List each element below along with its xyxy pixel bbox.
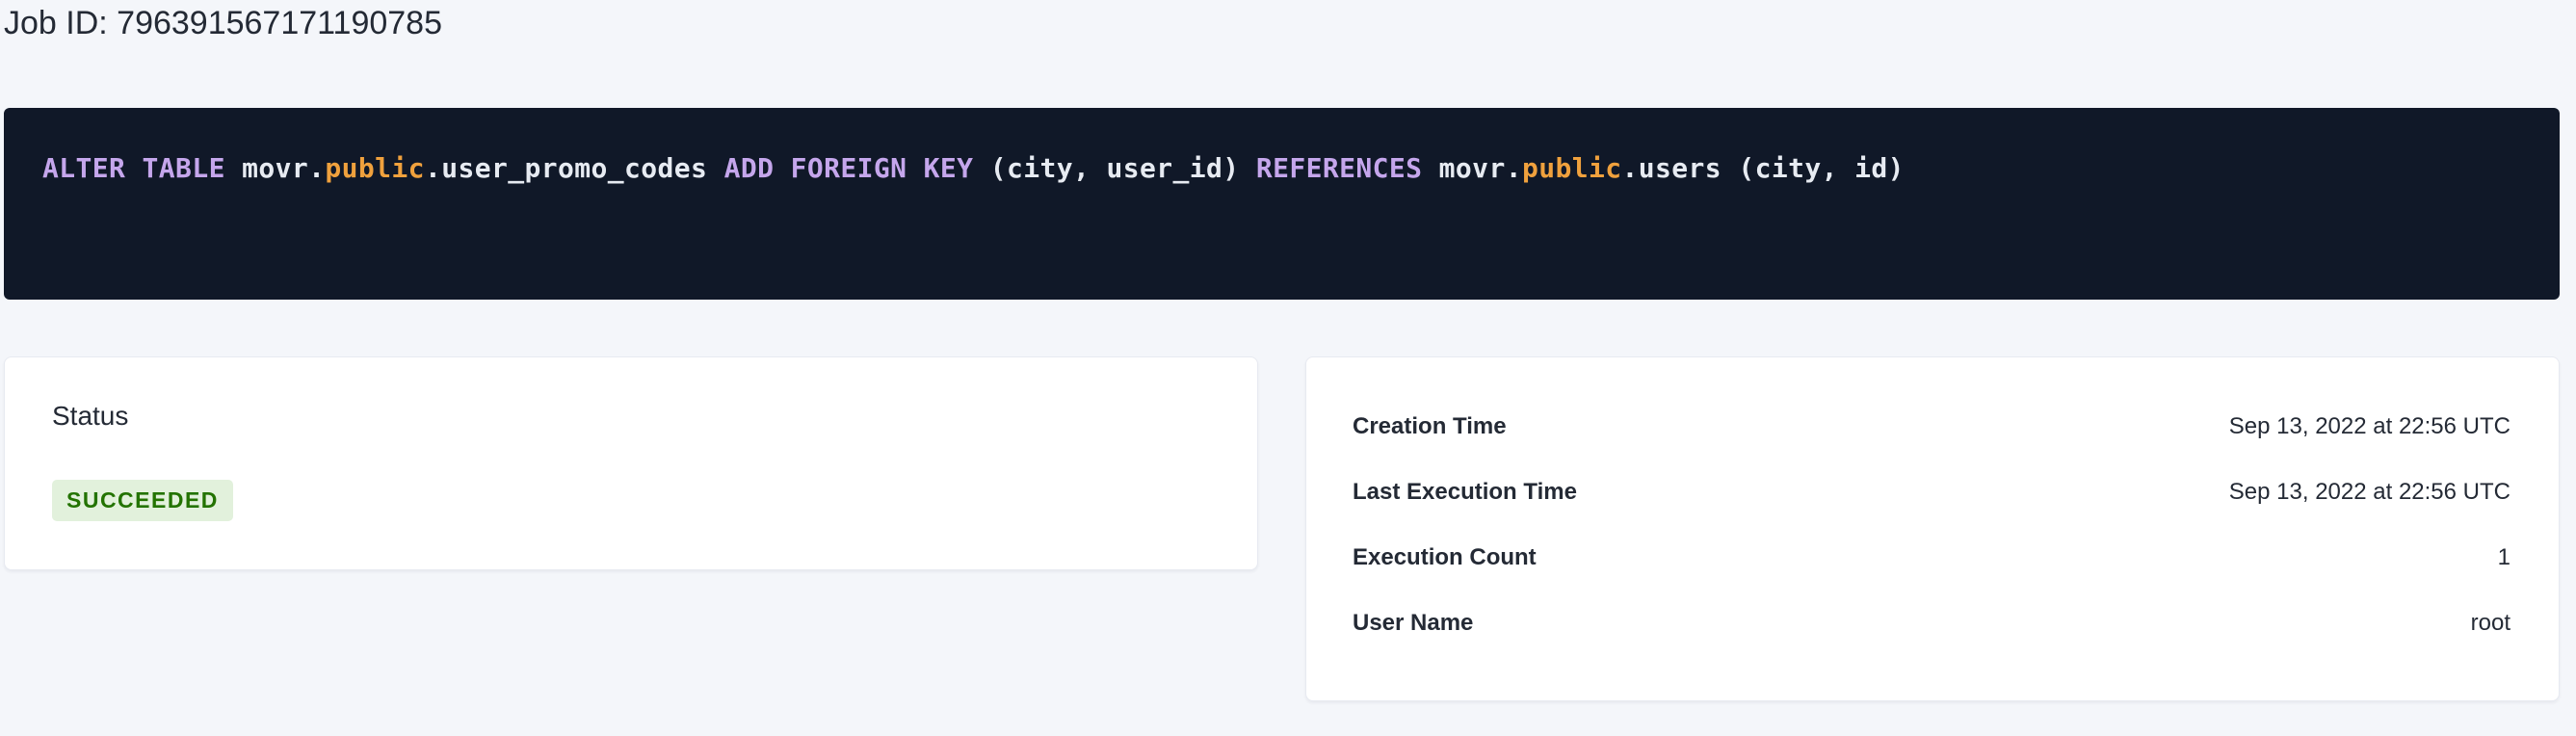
last-execution-time-row: Last Execution Time Sep 13, 2022 at 22:5… bbox=[1353, 460, 2510, 525]
sql-token-identifier: (city, user_id) bbox=[990, 152, 1256, 184]
sql-token-identifier: .users (city, id) bbox=[1622, 152, 1905, 184]
summary-cards-row: Status SUCCEEDED Creation Time Sep 13, 2… bbox=[4, 356, 2560, 701]
sql-statement-box: ALTER TABLE movr.public.user_promo_codes… bbox=[4, 108, 2560, 300]
user-name-label: User Name bbox=[1353, 609, 1473, 638]
last-execution-time-label: Last Execution Time bbox=[1353, 478, 1577, 507]
sql-token-schema: public bbox=[1522, 152, 1622, 184]
status-card-title: Status bbox=[52, 400, 1211, 433]
creation-time-value: Sep 13, 2022 at 22:56 UTC bbox=[2229, 412, 2510, 441]
sql-token-schema: public bbox=[325, 152, 425, 184]
execution-count-value: 1 bbox=[2498, 543, 2510, 572]
job-id-heading: Job ID: 796391567171190785 bbox=[4, 2, 2560, 44]
sql-token-identifier: movr. bbox=[242, 152, 325, 184]
creation-time-label: Creation Time bbox=[1353, 412, 1507, 441]
user-name-value: root bbox=[2471, 609, 2510, 638]
status-badge: SUCCEEDED bbox=[52, 480, 233, 521]
status-card: Status SUCCEEDED bbox=[4, 356, 1258, 570]
execution-count-row: Execution Count 1 bbox=[1353, 525, 2510, 591]
sql-token-identifier: movr. bbox=[1439, 152, 1522, 184]
job-details-page: Job ID: 796391567171190785 ALTER TABLE m… bbox=[0, 0, 2576, 701]
creation-time-row: Creation Time Sep 13, 2022 at 22:56 UTC bbox=[1353, 394, 2510, 460]
sql-statement: ALTER TABLE movr.public.user_promo_codes… bbox=[42, 151, 2521, 186]
user-name-row: User Name root bbox=[1353, 591, 2510, 656]
job-details-card: Creation Time Sep 13, 2022 at 22:56 UTC … bbox=[1305, 356, 2560, 701]
sql-token-identifier: .user_promo_codes bbox=[425, 152, 724, 184]
sql-token-keyword: ALTER TABLE bbox=[42, 152, 242, 184]
sql-token-keyword: REFERENCES bbox=[1256, 152, 1439, 184]
execution-count-label: Execution Count bbox=[1353, 543, 1537, 572]
sql-token-keyword: ADD FOREIGN KEY bbox=[724, 152, 990, 184]
last-execution-time-value: Sep 13, 2022 at 22:56 UTC bbox=[2229, 478, 2510, 507]
